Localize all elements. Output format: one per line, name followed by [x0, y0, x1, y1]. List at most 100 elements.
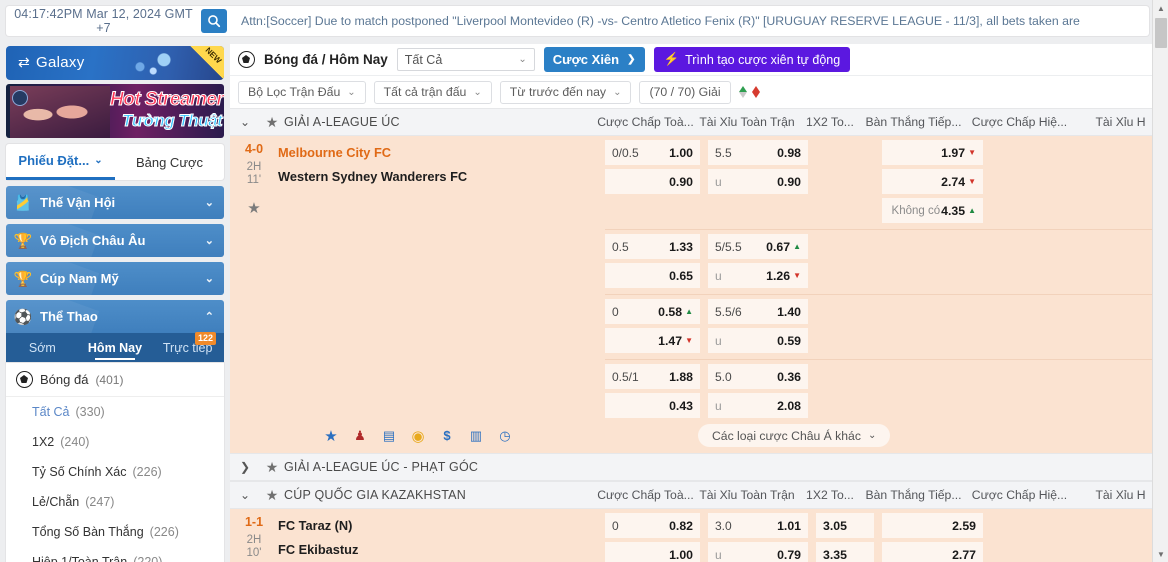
tab-today-label: Hôm Nay	[87, 341, 143, 355]
home-team-name[interactable]: FC Taraz (N)	[278, 516, 358, 542]
next-goal-price: 2.77	[952, 547, 976, 562]
away-team-name[interactable]: Western Sydney Wanderers FC	[278, 169, 467, 184]
league-count-chip[interactable]: (70 / 70) Giải	[639, 80, 731, 104]
tab-bet-board[interactable]: Bảng Cược	[115, 144, 224, 180]
handicap-home-option[interactable]: 0.5 1.33	[605, 234, 700, 259]
over-option[interactable]: 5.0 0.36	[708, 364, 808, 389]
league-header-a-league-corners[interactable]: ❯ ★ GIẢI A-LEAGUE ÚC - PHẠT GÓC	[230, 453, 1168, 481]
soccer-ball-icon	[16, 371, 33, 388]
history-clock-icon[interactable]: ◷	[494, 425, 516, 446]
dollar-icon[interactable]: $	[436, 425, 458, 446]
one-x-two-home-option[interactable]: 3.05	[816, 513, 874, 538]
handicap-away-option[interactable]: 1.47 ▼	[605, 328, 700, 353]
sidebar-market-ht-ft[interactable]: Hiệp 1/Toàn Trận (220)	[6, 547, 224, 562]
chevron-right-icon[interactable]: ❯	[230, 460, 260, 474]
time-range-dropdown[interactable]: Từ trước đến nay ⌄	[499, 80, 632, 104]
arrow-down-icon: ▼	[793, 271, 801, 280]
away-team-name[interactable]: FC Ekibastuz	[278, 542, 358, 557]
sort-descending-icon[interactable]	[751, 86, 760, 98]
under-option[interactable]: u 1.26 ▼	[708, 263, 808, 288]
league-filter-select[interactable]: Tất Cả ⌄	[396, 48, 535, 71]
home-team-name[interactable]: Melbourne City FC	[278, 143, 467, 169]
over-option[interactable]: 3.0 1.01	[708, 513, 808, 538]
scroll-down-icon[interactable]: ▼	[1153, 546, 1168, 562]
match-tools-row: ★ ♟ ▤ ◉ $ ▥ ◷ Các loại cược Châu Á khác …	[230, 418, 1168, 453]
card-icon[interactable]: ▤	[378, 425, 400, 446]
pitch-icon[interactable]: ♟	[349, 425, 371, 446]
sidebar-market-total-goals[interactable]: Tổng Số Bàn Thắng (226)	[6, 517, 224, 547]
column-header-over-under: Tài Xỉu Toàn Trận	[699, 115, 795, 129]
sort-ascending-icon[interactable]	[738, 86, 747, 98]
bet-slip-tabs: Phiếu Đặt... ⌄ Bảng Cược	[6, 144, 224, 180]
sidebar-item-sports[interactable]: ⚽ Thể Thao ⌃	[6, 300, 224, 333]
handicap-home-option[interactable]: 0 0.82	[605, 513, 700, 538]
handicap-price: 0.90	[669, 174, 693, 189]
over-option[interactable]: 5.5 0.98	[708, 140, 808, 165]
market-count: (330)	[75, 405, 105, 419]
all-matches-dropdown[interactable]: Tất cả trận đấu ⌄	[373, 80, 492, 104]
handicap-away-option[interactable]: 0.65	[605, 263, 700, 288]
scroll-up-icon[interactable]: ▲	[1153, 0, 1168, 16]
parlay-button[interactable]: Cược Xiên ❯	[543, 47, 645, 72]
next-goal-away-option[interactable]: 2.77	[882, 542, 983, 562]
under-option[interactable]: u 0.90	[708, 169, 808, 194]
next-goal-home-option[interactable]: 1.97 ▼	[882, 140, 983, 165]
sidebar-sport-football[interactable]: Bóng đá (401)	[6, 363, 224, 397]
next-goal-home-option[interactable]: 2.59	[882, 513, 983, 538]
favorite-star-icon[interactable]: ★	[320, 425, 342, 446]
over-under-cell: 5.0 0.36 u 2.08	[708, 364, 812, 418]
handicap-away-option[interactable]: 1.00	[605, 542, 700, 562]
league-header-kazakhstan[interactable]: ⌄ ★ CÚP QUỐC GIA KAZAKHSTAN Cược Chấp To…	[230, 481, 1168, 509]
next-goal-price: 1.97	[941, 145, 966, 160]
favorite-star-icon[interactable]: ★	[230, 199, 278, 217]
under-option[interactable]: u 2.08	[708, 393, 808, 418]
handicap-home-option[interactable]: 0/0.5 1.00	[605, 140, 700, 165]
sidebar-item-olympics[interactable]: 🎽 Thế Vận Hội ⌄	[6, 186, 224, 219]
handicap-home-option[interactable]: 0.5/1 1.88	[605, 364, 700, 389]
match-period: 2H 10'	[230, 534, 278, 560]
under-option[interactable]: u 0.79	[708, 542, 808, 562]
promo-banner-hot-streamer[interactable]: Hot Streamer Tường Thuật	[6, 84, 224, 138]
more-asian-markets-button[interactable]: Các loại cược Châu Á khác ⌄	[698, 424, 891, 447]
one-x-two-draw-option[interactable]: 3.35	[816, 542, 874, 562]
over-option[interactable]: 5/5.5 0.67 ▲	[708, 234, 808, 259]
sidebar-market-correct-score[interactable]: Tỷ Số Chính Xác (226)	[6, 457, 224, 487]
league-header-a-league[interactable]: ⌄ ★ GIẢI A-LEAGUE ÚC Cược Chấp Toà... Tà…	[230, 108, 1168, 136]
next-goal-cell: 2.59 2.77	[882, 513, 987, 562]
sidebar-market-1x2[interactable]: 1X2 (240)	[6, 427, 224, 457]
tab-live[interactable]: Trực tiếp 122	[151, 332, 224, 363]
sort-controls[interactable]	[738, 86, 760, 98]
tab-early[interactable]: Sớm	[6, 333, 79, 363]
handicap-away-option[interactable]: 0.90	[605, 169, 700, 194]
chevron-down-icon[interactable]: ⌄	[230, 115, 260, 129]
chevron-down-icon: ⌄	[204, 197, 214, 209]
market-name: Tất Cả	[32, 405, 70, 419]
match-period: 2H 11'	[230, 161, 278, 187]
vertical-scrollbar[interactable]: ▲ ▼	[1152, 0, 1168, 562]
search-icon[interactable]	[201, 9, 227, 33]
statistics-icon[interactable]: ▥	[465, 425, 487, 446]
chevron-down-icon[interactable]: ⌄	[230, 488, 260, 502]
tab-bet-slip[interactable]: Phiếu Đặt... ⌄	[6, 144, 115, 180]
column-header-1x2: 1X2 To...	[806, 488, 854, 502]
handicap-away-option[interactable]: 0.43	[605, 393, 700, 418]
favorite-star-icon[interactable]: ★	[260, 487, 284, 504]
next-goal-none-option[interactable]: Không có 4.35 ▲	[882, 198, 983, 223]
handicap-home-option[interactable]: 0 0.58 ▲	[605, 299, 700, 324]
sidebar-item-copa-america[interactable]: 🏆 Cúp Nam Mỹ ⌄	[6, 262, 224, 295]
next-goal-away-option[interactable]: 2.74 ▼	[882, 169, 983, 194]
sidebar-market-odd-even[interactable]: Lẻ/Chẵn (247)	[6, 487, 224, 517]
favorite-star-icon[interactable]: ★	[260, 459, 284, 476]
promo-banner-galaxy[interactable]: ⇄ Galaxy NEW	[6, 46, 224, 80]
favorite-star-icon[interactable]: ★	[260, 114, 284, 131]
odds-row: 0 0.82 1.00 3.0 1.01 u 0.79 3.05 3.35 2.…	[605, 509, 1168, 562]
under-option[interactable]: u 0.59	[708, 328, 808, 353]
tab-today[interactable]: Hôm Nay	[79, 333, 152, 363]
over-option[interactable]: 5.5/6 1.40	[708, 299, 808, 324]
sidebar-item-euro[interactable]: 🏆 Vô Địch Châu Âu ⌄	[6, 224, 224, 257]
coin-icon[interactable]: ◉	[407, 425, 429, 446]
match-filter-dropdown[interactable]: Bộ Lọc Trận Đấu ⌄	[238, 80, 366, 104]
scrollbar-thumb[interactable]	[1155, 18, 1167, 48]
sidebar-market-all[interactable]: Tất Cả (330)	[6, 397, 224, 427]
auto-parlay-builder-button[interactable]: ⚡ Trình tạo cược xiên tự động	[653, 47, 851, 72]
